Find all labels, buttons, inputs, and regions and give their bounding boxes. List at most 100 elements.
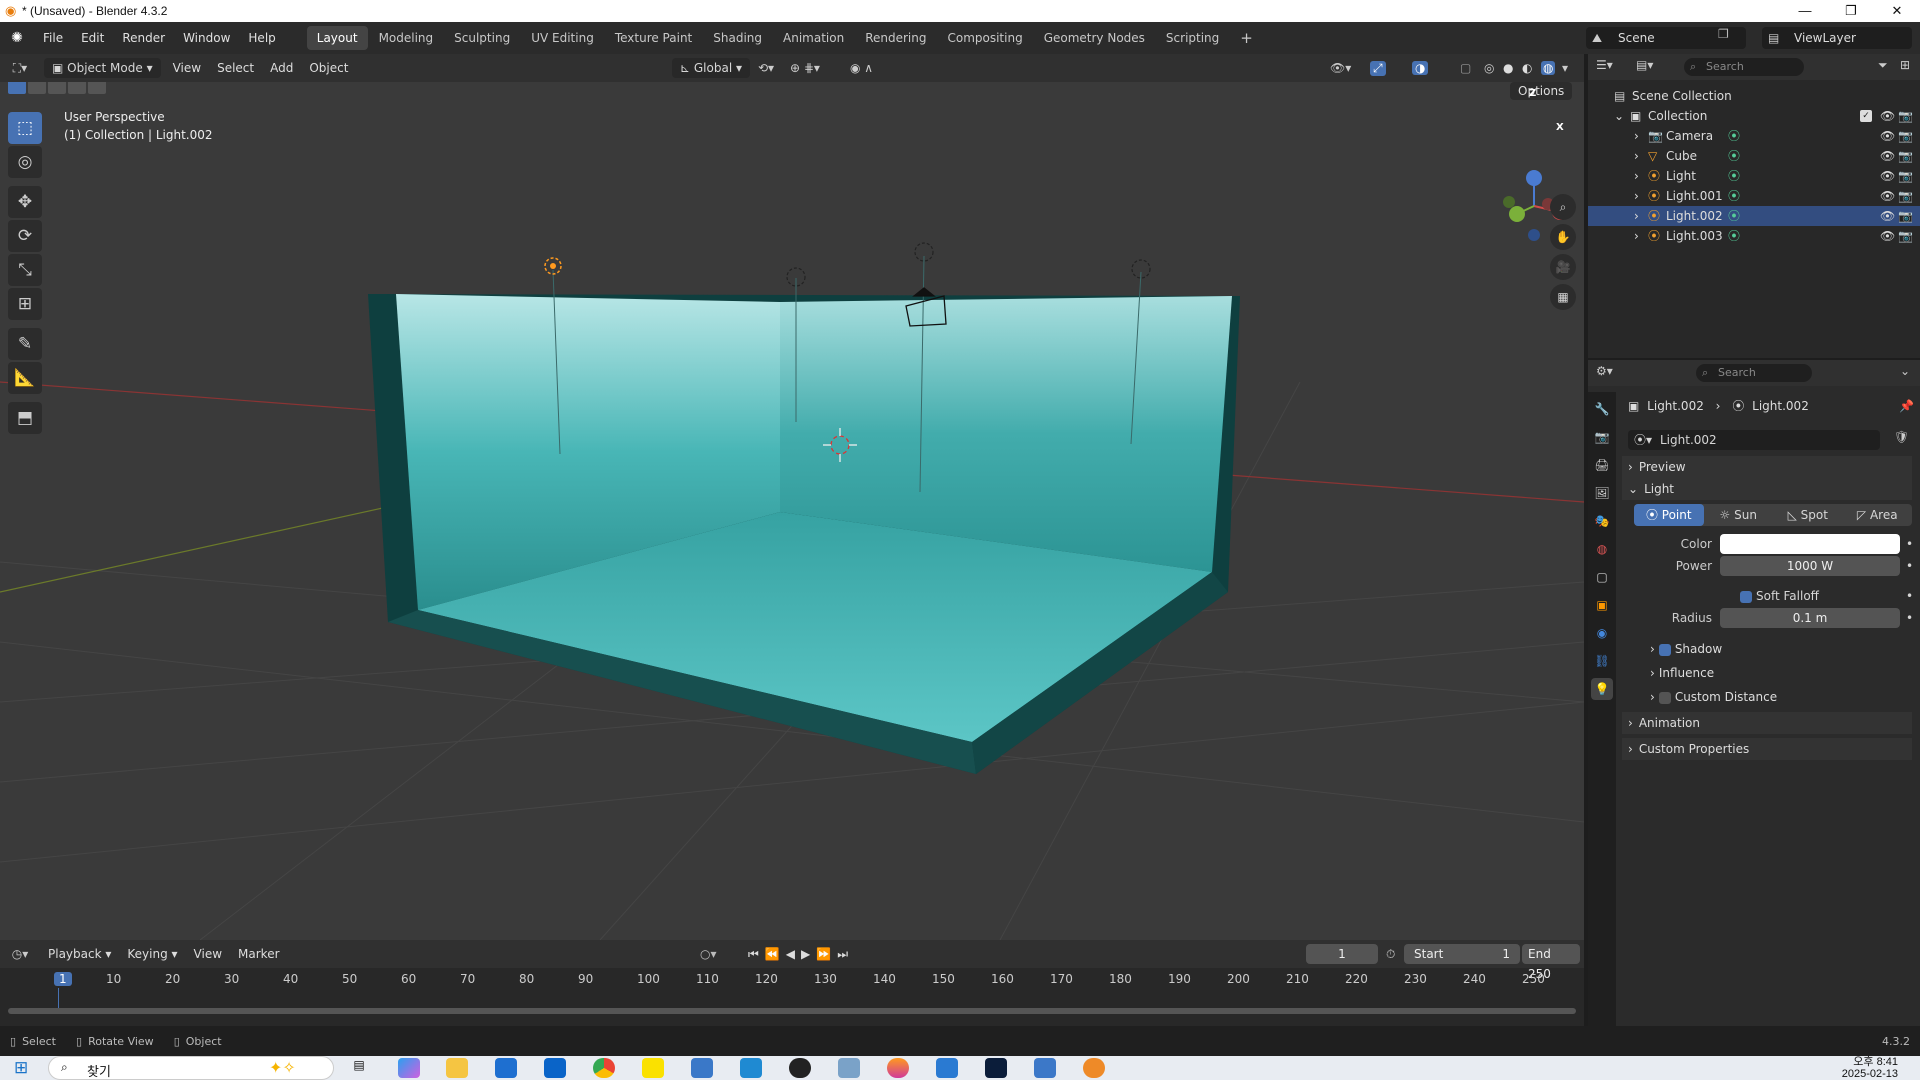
menu-help[interactable]: Help [239,22,284,54]
render-camera-icon[interactable]: 📷 [1898,106,1913,126]
light-panel-header[interactable]: ⌄ Light [1622,478,1912,500]
outliner-search-input[interactable]: ⌕ Search [1684,58,1804,76]
jump-end-icon[interactable]: ⏭ [837,947,854,961]
display-mode-icon[interactable]: ▤▾ [1636,58,1653,72]
light-type-point[interactable]: ⦿ Point [1634,504,1704,526]
outlook-icon[interactable] [544,1058,566,1078]
color-swatch[interactable] [1720,534,1900,554]
prev-keyframe-icon[interactable]: ⏪ [765,947,786,961]
taskbar-search-box[interactable]: ⌕ 찾기 ✦✧ [48,1056,334,1080]
constraints-tab-icon[interactable]: ⛓ [1591,650,1613,672]
soft-falloff-checkbox[interactable]: Soft Falloff [1740,586,1819,606]
select-new-icon[interactable] [8,82,26,94]
editor-type-icon[interactable]: ⛶▾ [0,61,40,76]
outliner-editor-icon[interactable]: ☰▾ [1596,58,1613,72]
preview-panel-header[interactable]: › Preview [1622,456,1912,478]
add-cube-tool-icon[interactable]: ⬒ [8,402,42,434]
eye-icon[interactable]: 👁 [1880,146,1895,166]
power-keyframe-dot[interactable]: • [1906,556,1913,576]
autokey-icon[interactable]: ○▾ [700,947,717,961]
properties-search-input[interactable]: ⌕ Search [1696,364,1812,382]
options-button[interactable]: Options [1510,82,1573,100]
transform-orientation-dropdown[interactable]: ⊾ Global ▾ [672,58,750,78]
app-icon-1[interactable] [838,1058,860,1078]
light-data-tab-icon[interactable]: 💡 [1591,678,1613,700]
zoom-icon[interactable]: ⌕ [1550,194,1576,220]
light-type-sun[interactable]: ☼ Sun [1704,504,1774,526]
timeline-menu-keying[interactable]: Keying ▾ [119,944,185,964]
eye-icon[interactable]: 👁 [1880,166,1895,186]
perspective-toggle-icon[interactable]: ▦ [1550,284,1576,310]
pin-icon[interactable]: 📌 [1899,396,1914,416]
annotate-tool-icon[interactable]: ✎ [8,328,42,360]
add-workspace-button[interactable]: + [1230,26,1263,50]
timeline-scrollbar[interactable] [8,1008,1576,1014]
gizmo-z-label[interactable]: Z [1529,88,1536,99]
tab-scripting[interactable]: Scripting [1156,26,1229,50]
timeline-editor-type-icon[interactable]: ◷▾ [0,947,40,961]
outliner-scene-collection[interactable]: ▤ Scene Collection [1588,86,1920,106]
properties-editor-icon[interactable]: ⚙▾ [1596,364,1613,378]
move-tool-icon[interactable]: ✥ [8,186,42,218]
camera-view-icon[interactable]: 🎥 [1550,254,1576,280]
tab-uv-editing[interactable]: UV Editing [521,26,604,50]
select-invert-icon[interactable] [68,82,86,94]
output-tab-icon[interactable]: 🖨 [1591,454,1613,476]
animation-panel-header[interactable]: › Animation [1622,712,1912,734]
expand-chevron-icon[interactable]: › [1634,186,1639,206]
eye-icon[interactable]: 👁 [1880,106,1895,126]
render-camera-icon[interactable]: 📷 [1898,146,1913,166]
render-camera-icon[interactable]: 📷 [1898,166,1913,186]
end-frame-field[interactable]: End 250 [1522,944,1580,981]
select-extend-icon[interactable] [28,82,46,94]
tab-animation[interactable]: Animation [773,26,854,50]
app-icon-3[interactable] [1034,1058,1056,1078]
scale-tool-icon[interactable]: ⤡ [8,254,42,286]
eye-icon[interactable]: 👁 [1880,206,1895,226]
tool-tab-icon[interactable]: 🔧 [1591,398,1613,420]
pivot-icon[interactable]: ⟲▾ [758,61,774,75]
mode-dropdown[interactable]: ▣ Object Mode ▾ [44,58,161,78]
next-keyframe-icon[interactable]: ⏩ [816,947,837,961]
tab-modeling[interactable]: Modeling [369,26,444,50]
play-reverse-icon[interactable]: ◀ [786,947,801,961]
light-type-spot[interactable]: ◺ Spot [1773,504,1843,526]
xray-icon[interactable]: ▢ [1460,61,1471,75]
outliner-item[interactable]: › ⦿ Light.002 ⦿ 👁 📷 [1588,206,1920,226]
shading-wireframe-icon[interactable]: ◎ [1484,61,1494,75]
expand-chevron-icon[interactable]: › [1634,126,1639,146]
object-tab-icon[interactable]: ▣ [1591,594,1613,616]
menu-render[interactable]: Render [113,22,174,54]
color-keyframe-dot[interactable]: • [1906,534,1913,554]
datablock-selector[interactable]: ⦿▾ Light.002 [1628,430,1880,450]
influence-subpanel-header[interactable]: › Influence [1646,662,1912,684]
outliner-item[interactable]: › ⦿ Light.003 ⦿ 👁 📷 [1588,226,1920,246]
menu-edit[interactable]: Edit [72,22,113,54]
file-explorer-icon[interactable] [446,1058,468,1078]
new-scene-icon[interactable]: ❐ [1718,27,1729,41]
tab-rendering[interactable]: Rendering [855,26,936,50]
expand-chevron-icon[interactable]: › [1634,226,1639,246]
viewlayer-selector[interactable]: ▤ ViewLayer [1762,27,1912,49]
expand-chevron-icon[interactable]: › [1634,166,1639,186]
select-box-tool-icon[interactable]: ⬚ [8,112,42,144]
viewport-menu-add[interactable]: Add [262,58,301,78]
chrome-icon[interactable] [593,1058,615,1078]
task-view-icon[interactable]: ▤ [348,1058,370,1078]
copilot-app-icon[interactable] [398,1058,420,1078]
tab-geometry-nodes[interactable]: Geometry Nodes [1034,26,1155,50]
transform-tool-icon[interactable]: ⊞ [8,288,42,320]
timeline-menu-view[interactable]: View [186,944,230,964]
stopwatch-icon[interactable]: ⏱ [1386,947,1395,962]
pan-hand-icon[interactable]: ✋ [1550,224,1576,250]
blender-taskbar-icon[interactable] [1083,1058,1105,1078]
expand-chevron-icon[interactable]: › [1634,206,1639,226]
windows-start-icon[interactable]: ⊞ [14,1058,28,1078]
taskbar-clock[interactable]: 오후 8:41 2025-02-13 [1842,1056,1898,1080]
rotate-tool-icon[interactable]: ⟳ [8,220,42,252]
snap-icon[interactable]: ⊕ ⋕▾ [790,61,820,75]
tab-shading[interactable]: Shading [703,26,772,50]
power-field[interactable]: 1000 W [1720,556,1900,576]
3d-viewport[interactable]: User Perspective (1) Collection | Light.… [0,82,1584,940]
play-icon[interactable]: ▶ [801,947,816,961]
